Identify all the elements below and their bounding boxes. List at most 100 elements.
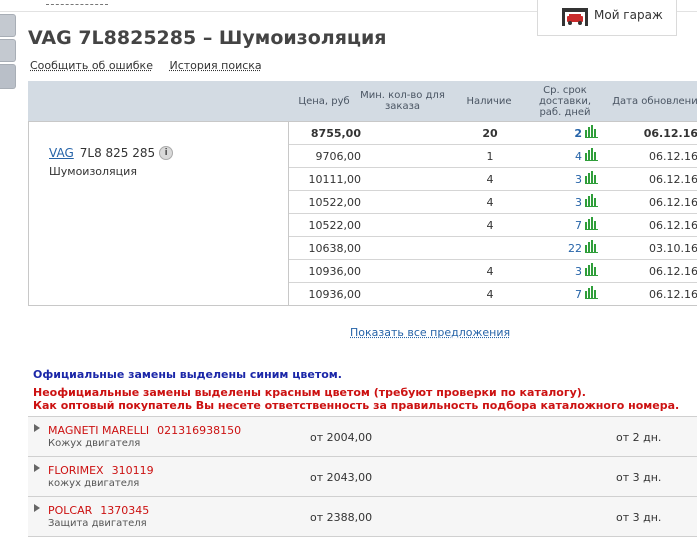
offer-price: 10936,00 [308, 288, 362, 301]
brand-line: VAG 7L8 825 285 i [49, 146, 174, 160]
replacement-brand-link[interactable]: POLCAR 1370345 [48, 504, 149, 517]
expand-arrow-icon[interactable] [34, 504, 40, 512]
side-tab-1[interactable] [0, 14, 16, 37]
left-side-tabs [0, 14, 16, 91]
offer-stock: 4 [486, 196, 494, 209]
col-updated[interactable]: Дата обновления [612, 81, 697, 121]
replacement-brand: MAGNETI MARELLI [48, 424, 150, 437]
replacement-description: Защита двигателя [48, 518, 147, 529]
offer-row[interactable]: 10936,00 4 3 06.12.16 [289, 260, 697, 283]
offer-price: 10522,00 [308, 219, 362, 232]
top-links: Сообщить об ошибке История поиска [30, 59, 275, 72]
unofficial-replacements-note: Неофициальные замены выделены красным цв… [33, 386, 586, 399]
side-tab-3[interactable] [0, 64, 16, 89]
offer-date: 03.10.16 [649, 242, 697, 255]
replacement-price: от 2388,00 [310, 511, 373, 524]
delivery-stats-icon[interactable] [585, 240, 598, 253]
offer-days-value: 4 [575, 150, 582, 163]
offer-days: 7 [534, 214, 598, 237]
delivery-stats-icon[interactable] [585, 125, 598, 138]
offer-days: 4 [534, 145, 598, 168]
offer-days-value: 3 [575, 265, 582, 278]
replacements-list: MAGNETI MARELLI 021316938150 Кожух двигате… [28, 416, 697, 537]
offer-days-value: 7 [575, 288, 582, 301]
offer-date: 06.12.16 [649, 288, 697, 301]
col-stock[interactable]: Наличие [445, 81, 533, 121]
offer-date: 06.12.16 [649, 173, 697, 186]
offer-row[interactable]: 10638,00 22 03.10.16 [289, 237, 697, 260]
expand-arrow-icon[interactable] [34, 464, 40, 472]
offer-min-qty [361, 260, 446, 283]
page-title: VAG 7L8825285 – Шумоизоляция [28, 27, 387, 49]
brand-cell: VAG 7L8 825 285 i Шумоизоляция [29, 122, 289, 306]
garage-icon [562, 8, 588, 26]
offer-min-qty [361, 145, 446, 168]
delivery-stats-icon[interactable] [585, 263, 598, 276]
replacement-term: от 3 дн. [616, 471, 662, 484]
replacement-row[interactable]: FLORIMEX 310119 кожух двигателя от 2043,00 о… [28, 457, 697, 497]
replacement-row[interactable]: MAGNETI MARELLI 021316938150 Кожух двигате… [28, 417, 697, 457]
replacement-price: от 2004,00 [310, 431, 373, 444]
col-price[interactable]: Цена, руб [288, 81, 360, 121]
offer-days-value: 3 [575, 196, 582, 209]
replacement-number: 021316938150 [157, 424, 242, 437]
offers-table: Цена, руб Мин. кол-во для заказа Наличие… [28, 81, 697, 306]
offer-days-value: 7 [575, 219, 582, 232]
show-all-offers-link[interactable]: Показать все предложения [350, 326, 510, 339]
offer-stock: 1 [486, 150, 494, 163]
offer-date: 06.12.16 [649, 265, 697, 278]
report-error-link[interactable]: Сообщить об ошибке [30, 59, 153, 72]
delivery-stats-icon[interactable] [585, 171, 598, 184]
responsibility-note: Как оптовый покупатель Вы несете ответст… [33, 399, 680, 412]
offer-row[interactable]: 10936,00 4 7 06.12.16 [289, 283, 697, 306]
offer-min-qty [361, 168, 446, 191]
offer-stock: 20 [482, 127, 498, 140]
replacement-number: 1370345 [100, 504, 150, 517]
part-description: Шумоизоляция [49, 165, 137, 178]
offer-min-qty [361, 122, 446, 145]
offer-price: 9706,00 [315, 150, 362, 163]
side-tab-2[interactable] [0, 39, 16, 62]
top-dotted-link[interactable] [46, 2, 108, 5]
offer-price: 10111,00 [308, 173, 362, 186]
offer-stock: 4 [486, 288, 494, 301]
offer-days: 3 [534, 168, 598, 191]
offer-days: 7 [534, 283, 598, 306]
offer-days-value: 2 [574, 127, 582, 140]
offer-date: 06.12.16 [649, 219, 697, 232]
my-garage-button[interactable]: Мой гараж [537, 0, 677, 36]
expand-arrow-icon[interactable] [34, 424, 40, 432]
offer-row[interactable]: 8755,00 20 2 06.12.16 [289, 122, 697, 145]
brand-link[interactable]: VAG [49, 146, 74, 160]
delivery-stats-icon[interactable] [585, 217, 598, 230]
garage-label: Мой гараж [594, 8, 663, 22]
replacement-row[interactable]: POLCAR 1370345 Защита двигателя от 2388,00 о… [28, 497, 697, 537]
offer-min-qty [361, 191, 446, 214]
replacement-price: от 2043,00 [310, 471, 373, 484]
delivery-stats-icon[interactable] [585, 286, 598, 299]
col-min-qty[interactable]: Мин. кол-во для заказа [360, 81, 445, 121]
official-replacements-note: Официальные замены выделены синим цветом… [33, 368, 342, 381]
offer-price: 10638,00 [308, 242, 362, 255]
replacement-description: Кожух двигателя [48, 438, 141, 449]
offer-row[interactable]: 10522,00 4 3 06.12.16 [289, 191, 697, 214]
replacement-brand-link[interactable]: FLORIMEX 310119 [48, 464, 154, 477]
offer-days: 3 [534, 260, 598, 283]
offers-table-header: Цена, руб Мин. кол-во для заказа Наличие… [28, 81, 697, 121]
delivery-stats-icon[interactable] [585, 148, 598, 161]
offer-stock: 4 [486, 265, 494, 278]
offer-days-value: 22 [568, 242, 582, 255]
offer-price: 10936,00 [308, 265, 362, 278]
replacement-number: 310119 [111, 464, 154, 477]
offer-row[interactable]: 9706,00 1 4 06.12.16 [289, 145, 697, 168]
offer-row[interactable]: 10522,00 4 7 06.12.16 [289, 214, 697, 237]
offers-table-body: VAG 7L8 825 285 i Шумоизоляция 8755,00 20… [28, 121, 697, 306]
search-history-link[interactable]: История поиска [169, 59, 261, 72]
replacement-brand-link[interactable]: MAGNETI MARELLI 021316938150 [48, 424, 241, 437]
offer-row[interactable]: 10111,00 4 3 06.12.16 [289, 168, 697, 191]
offer-days-value: 3 [575, 173, 582, 186]
offer-date: 06.12.16 [649, 150, 697, 163]
info-icon[interactable]: i [159, 146, 174, 160]
col-avg-days[interactable]: Ср. срок доставки, раб. дней [533, 81, 597, 121]
delivery-stats-icon[interactable] [585, 194, 598, 207]
